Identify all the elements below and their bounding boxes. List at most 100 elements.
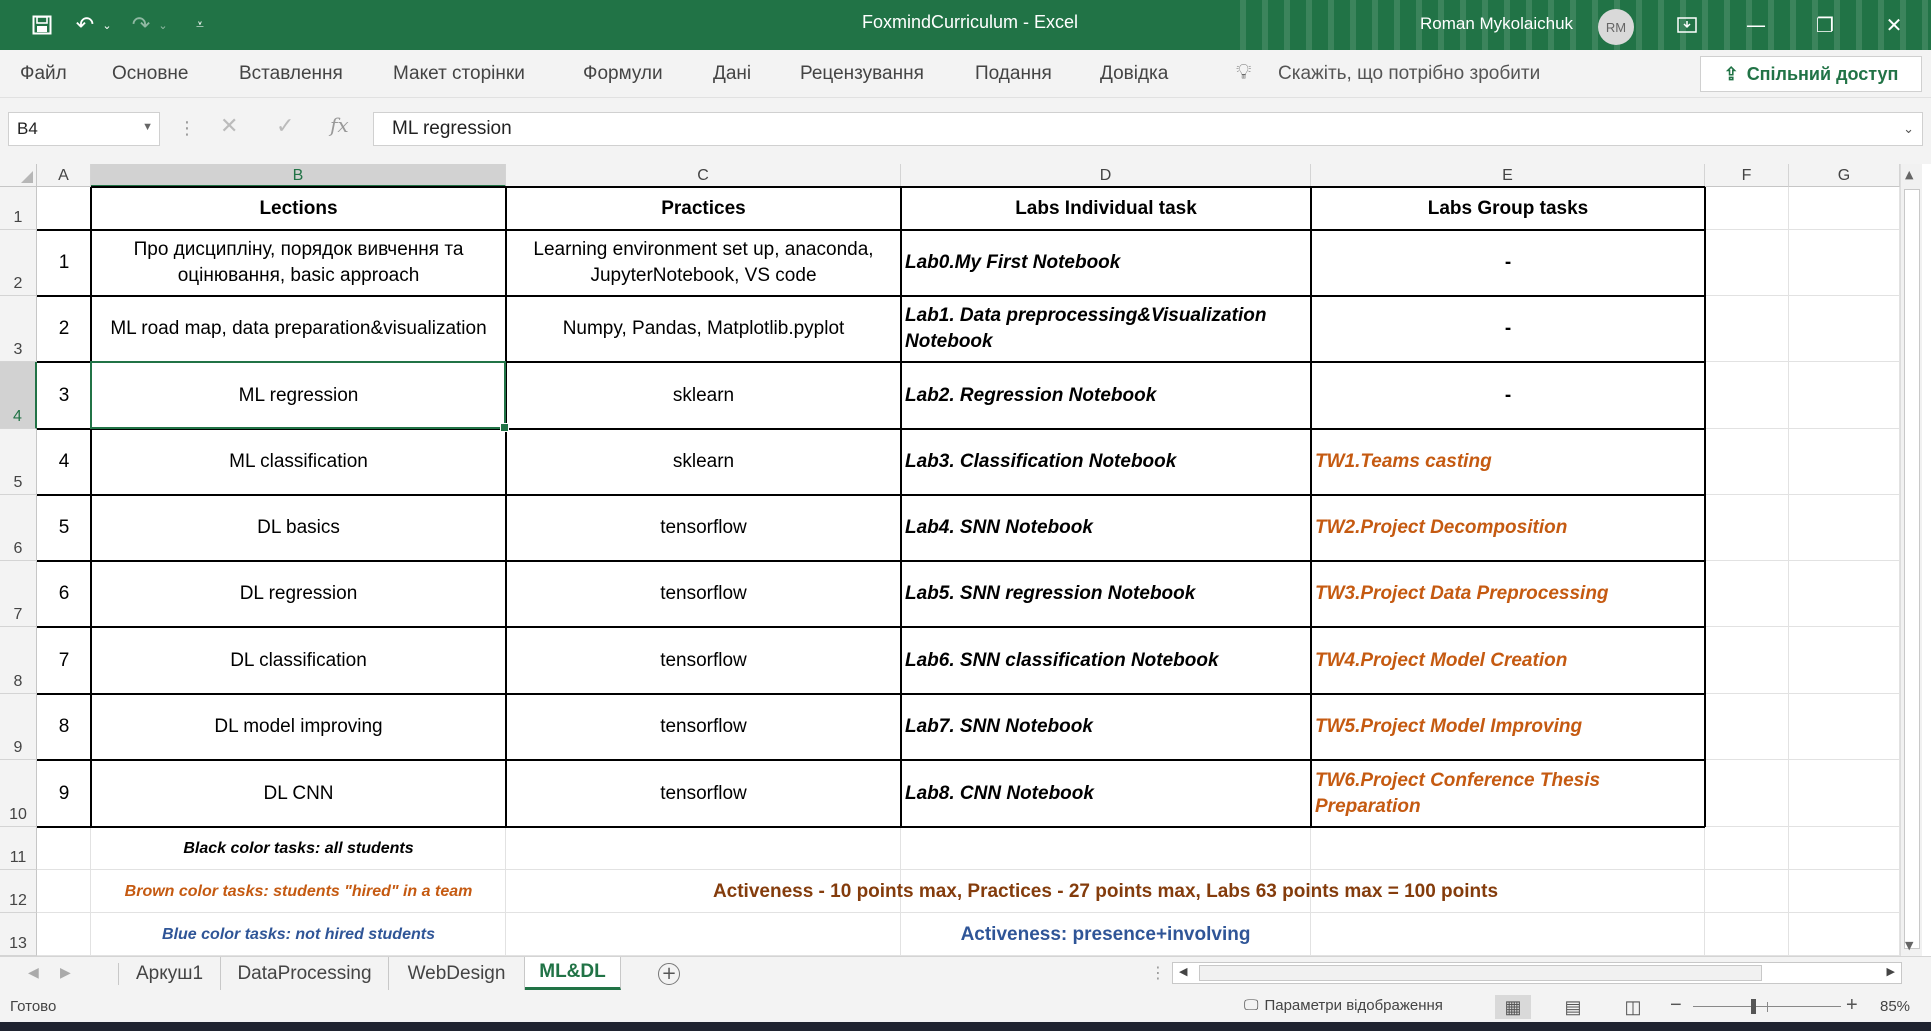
column-header-b[interactable]: B xyxy=(91,164,506,187)
lection-cell[interactable]: DL classification xyxy=(91,627,506,694)
lab-individual-cell[interactable]: Lab1. Data preprocessing&Visualization N… xyxy=(901,296,1311,362)
tab-home[interactable]: Основне xyxy=(112,63,189,85)
display-settings-button[interactable]: 🖵︎ Параметри відображення xyxy=(1244,997,1443,1014)
add-sheet-icon[interactable]: + xyxy=(658,963,680,985)
tab-formulas[interactable]: Формули xyxy=(583,63,663,85)
row-index-cell[interactable]: 3 xyxy=(37,362,91,429)
lection-cell[interactable]: ML classification xyxy=(91,429,506,495)
sheet-tab-webdesign[interactable]: WebDesign xyxy=(389,957,525,990)
practice-cell[interactable]: Learning environment set up, anaconda, J… xyxy=(506,230,901,296)
horizontal-scroll-thumb[interactable] xyxy=(1199,965,1762,981)
restore-icon[interactable]: ❐ xyxy=(1797,0,1853,50)
column-header-g[interactable]: G xyxy=(1789,164,1900,187)
lab-group-cell[interactable]: TW5.Project Model Improving xyxy=(1311,694,1705,760)
lection-cell[interactable]: DL model improving xyxy=(91,694,506,760)
row-header-2[interactable]: 2 xyxy=(0,230,37,296)
user-name[interactable]: Roman Mykolaichuk xyxy=(1420,14,1573,34)
practice-cell[interactable]: tensorflow xyxy=(506,561,901,627)
sheet-tab-dataprocessing[interactable]: DataProcessing xyxy=(221,957,389,990)
sheet-tab-arkush1[interactable]: Аркуш1 xyxy=(119,957,221,990)
ribbon-display-icon[interactable] xyxy=(1659,0,1715,50)
header-labs-individual[interactable]: Labs Individual task xyxy=(901,187,1311,230)
page-layout-view-icon[interactable]: ▤ xyxy=(1555,995,1591,1019)
row-index-cell[interactable]: 4 xyxy=(37,429,91,495)
normal-view-icon[interactable]: ▦ xyxy=(1495,995,1531,1019)
row-header-13[interactable]: 13 xyxy=(0,913,37,956)
lab-group-cell[interactable]: TW2.Project Decomposition xyxy=(1311,495,1705,561)
row-header-7[interactable]: 7 xyxy=(0,561,37,627)
row-header-6[interactable]: 6 xyxy=(0,495,37,561)
legend-black[interactable]: Black color tasks: all students xyxy=(91,827,506,870)
insert-function-icon[interactable]: fx xyxy=(330,113,349,137)
row-header-5[interactable]: 5 xyxy=(0,429,37,495)
lab-group-cell[interactable]: - xyxy=(1311,296,1705,362)
column-header-c[interactable]: C xyxy=(506,164,901,187)
tab-insert[interactable]: Вставлення xyxy=(239,63,343,85)
lection-cell[interactable]: DL basics xyxy=(91,495,506,561)
lab-individual-cell[interactable]: Lab3. Classification Notebook xyxy=(901,429,1311,495)
row-index-cell[interactable]: 1 xyxy=(37,230,91,296)
page-break-view-icon[interactable]: ◫ xyxy=(1615,995,1651,1019)
lab-individual-cell[interactable]: Lab8. CNN Notebook xyxy=(901,760,1311,827)
tab-page-layout[interactable]: Макет сторінки xyxy=(393,63,525,85)
undo-icon[interactable]: ↶ xyxy=(70,0,100,50)
row-header-3[interactable]: 3 xyxy=(0,296,37,362)
row-index-cell[interactable]: 5 xyxy=(37,495,91,561)
lab-group-cell[interactable]: TW3.Project Data Preprocessing xyxy=(1311,561,1705,627)
practice-cell[interactable]: sklearn xyxy=(506,362,901,429)
lection-cell[interactable]: DL CNN xyxy=(91,760,506,827)
zoom-level[interactable]: 85% xyxy=(1880,998,1910,1015)
scroll-left-icon[interactable]: ◀ xyxy=(1179,965,1187,978)
lection-cell[interactable]: ML road map, data preparation&visualizat… xyxy=(91,296,506,362)
name-box[interactable]: B4 ▼ xyxy=(8,112,160,146)
lab-individual-cell[interactable]: Lab7. SNN Notebook xyxy=(901,694,1311,760)
column-header-f[interactable]: F xyxy=(1705,164,1789,187)
horizontal-scrollbar[interactable]: ◀ ▶ xyxy=(1172,962,1902,984)
lab-group-cell[interactable]: TW4.Project Model Creation xyxy=(1311,627,1705,694)
lab-group-cell[interactable]: TW6.Project Conference Thesis Preparatio… xyxy=(1311,760,1705,827)
lab-individual-cell[interactable]: Lab5. SNN regression Notebook xyxy=(901,561,1311,627)
header-practices[interactable]: Practices xyxy=(506,187,901,230)
cancel-icon[interactable]: ✕ xyxy=(220,114,238,139)
header-labs-group[interactable]: Labs Group tasks xyxy=(1311,187,1705,230)
practice-cell[interactable]: sklearn xyxy=(506,429,901,495)
column-header-e[interactable]: E xyxy=(1311,164,1705,187)
select-all-corner[interactable] xyxy=(0,164,37,187)
practice-cell[interactable]: tensorflow xyxy=(506,495,901,561)
lection-cell[interactable]: DL regression xyxy=(91,561,506,627)
zoom-out-icon[interactable]: − xyxy=(1670,994,1682,1017)
row-header-9[interactable]: 9 xyxy=(0,694,37,760)
expand-formula-icon[interactable]: ⌄ xyxy=(1903,121,1914,137)
column-header-d[interactable]: D xyxy=(901,164,1311,187)
customize-toolbar-icon[interactable]: ⩡ xyxy=(190,0,210,50)
formula-input[interactable]: ML regression ⌄ xyxy=(373,112,1923,146)
row-header-8[interactable]: 8 xyxy=(0,627,37,694)
tab-file[interactable]: Файл xyxy=(20,63,67,85)
zoom-slider-knob[interactable] xyxy=(1751,999,1756,1014)
row-header-4[interactable]: 4 xyxy=(0,362,37,429)
scroll-right-icon[interactable]: ▶ xyxy=(1887,965,1895,978)
lab-individual-cell[interactable]: Lab4. SNN Notebook xyxy=(901,495,1311,561)
row-index-cell[interactable]: 2 xyxy=(37,296,91,362)
formula-bar-grip-icon[interactable]: ⋮ xyxy=(178,118,196,139)
tab-view[interactable]: Подання xyxy=(975,63,1052,85)
save-icon[interactable] xyxy=(22,0,62,50)
vertical-scrollbar[interactable]: ▲ ▼ xyxy=(1900,164,1922,956)
lab-group-cell[interactable]: - xyxy=(1311,230,1705,296)
practice-cell[interactable]: tensorflow xyxy=(506,627,901,694)
row-index-cell[interactable]: 7 xyxy=(37,627,91,694)
row-index-cell[interactable]: 6 xyxy=(37,561,91,627)
avatar[interactable]: RM xyxy=(1598,9,1634,45)
scroll-up-icon[interactable]: ▲ xyxy=(1905,168,1913,181)
spreadsheet-grid[interactable]: A B C D E F G 1 2 3 4 5 6 7 8 9 10 11 12 13 Lections Practice… xyxy=(0,164,1900,956)
name-box-dropdown-icon[interactable]: ▼ xyxy=(142,121,153,133)
tab-data[interactable]: Дані xyxy=(713,63,751,85)
practice-cell[interactable]: tensorflow xyxy=(506,760,901,827)
activeness-note[interactable]: Activeness: presence+involving xyxy=(506,913,1705,956)
zoom-in-icon[interactable]: + xyxy=(1846,994,1858,1017)
practice-cell[interactable]: tensorflow xyxy=(506,694,901,760)
sheet-tab-ml-dl[interactable]: ML&DL xyxy=(525,957,621,990)
lab-group-cell[interactable]: TW1.Teams casting xyxy=(1311,429,1705,495)
next-sheet-icon[interactable]: ▶ xyxy=(60,965,71,981)
lection-cell[interactable]: Про дисципліну, порядок вивчення та оцін… xyxy=(91,230,506,296)
